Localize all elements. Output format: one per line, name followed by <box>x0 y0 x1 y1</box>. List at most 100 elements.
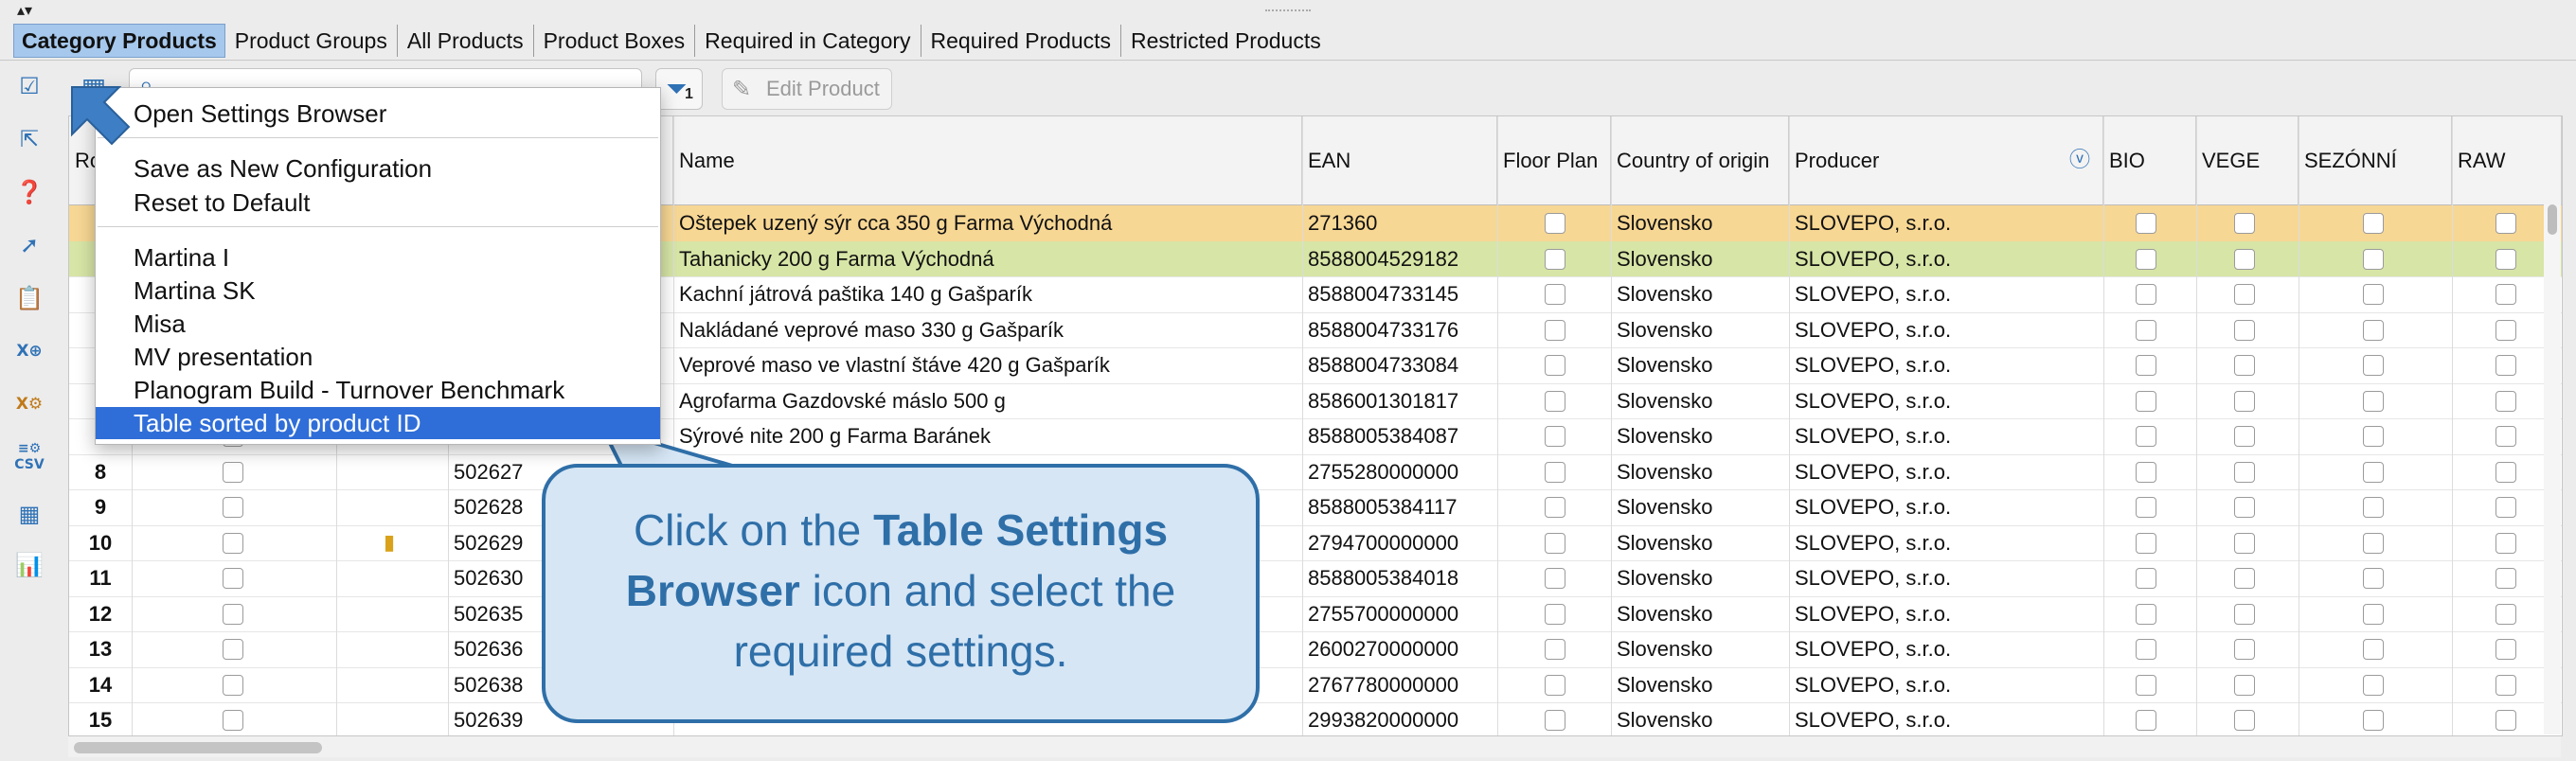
raw-checkbox[interactable] <box>2496 710 2516 731</box>
raw-checkbox[interactable] <box>2496 319 2516 341</box>
column-header-name[interactable]: Name <box>673 116 1302 205</box>
raw-checkbox[interactable] <box>2496 568 2516 589</box>
edit-product-button[interactable]: ✎ Edit Product <box>722 68 892 110</box>
vege-checkbox[interactable] <box>2234 426 2255 447</box>
sezonni-checkbox[interactable] <box>2363 284 2384 305</box>
horizontal-scrollbar-thumb[interactable] <box>74 742 322 753</box>
bio-checkbox[interactable] <box>2136 248 2156 270</box>
tab-required-in-category[interactable]: Required in Category <box>695 25 921 57</box>
bio-checkbox[interactable] <box>2136 603 2156 625</box>
row-checkbox[interactable] <box>223 497 243 518</box>
floor-plan-checkbox[interactable] <box>1545 319 1565 341</box>
sezonni-checkbox[interactable] <box>2363 710 2384 731</box>
floor-plan-checkbox[interactable] <box>1545 426 1565 447</box>
floor-plan-checkbox[interactable] <box>1545 284 1565 305</box>
column-header-raw[interactable]: RAW <box>2452 116 2562 205</box>
menu-item-config-martina-i[interactable]: Martina I <box>96 241 660 274</box>
floor-plan-checkbox[interactable] <box>1545 674 1565 696</box>
column-header-producer[interactable]: Producer ⓥ <box>1789 116 2103 205</box>
raw-checkbox[interactable] <box>2496 355 2516 376</box>
column-header-vege[interactable]: VEGE <box>2196 116 2299 205</box>
floor-plan-checkbox[interactable] <box>1545 603 1565 625</box>
table-row[interactable]: 9 502628 8588005384117 Slovensko SLOVEPO, s.… <box>69 489 2562 526</box>
column-header-bio[interactable]: BIO <box>2103 116 2196 205</box>
sezonni-checkbox[interactable] <box>2363 532 2384 554</box>
floor-plan-checkbox[interactable] <box>1545 213 1565 234</box>
vege-checkbox[interactable] <box>2234 213 2255 234</box>
floor-plan-checkbox[interactable] <box>1545 497 1565 518</box>
row-checkbox[interactable] <box>223 674 243 696</box>
clipboard-icon[interactable]: 📋 <box>13 282 45 314</box>
vege-checkbox[interactable] <box>2234 674 2255 696</box>
sezonni-checkbox[interactable] <box>2363 497 2384 518</box>
column-filter-icon[interactable]: ⓥ <box>2069 116 2090 204</box>
sezonni-checkbox[interactable] <box>2363 355 2384 376</box>
sezonni-checkbox[interactable] <box>2363 426 2384 447</box>
column-header-country[interactable]: Country of origin <box>1611 116 1789 205</box>
horizontal-scrollbar[interactable] <box>68 736 2561 757</box>
sezonni-checkbox[interactable] <box>2363 390 2384 412</box>
raw-checkbox[interactable] <box>2496 497 2516 518</box>
bio-checkbox[interactable] <box>2136 532 2156 554</box>
csv-export-icon[interactable]: ≡⚙ CSV <box>13 441 45 473</box>
row-checkbox[interactable] <box>223 710 243 731</box>
floor-plan-checkbox[interactable] <box>1545 390 1565 412</box>
excel-export-icon[interactable]: X⚙ <box>13 388 45 420</box>
tab-category-products[interactable]: Category Products <box>13 24 225 58</box>
vege-checkbox[interactable] <box>2234 390 2255 412</box>
menu-item-config-martina-sk[interactable]: Martina SK <box>96 274 660 307</box>
bio-checkbox[interactable] <box>2136 426 2156 447</box>
row-checkbox[interactable] <box>223 532 243 554</box>
floor-plan-checkbox[interactable] <box>1545 355 1565 376</box>
vege-checkbox[interactable] <box>2234 248 2255 270</box>
floor-plan-checkbox[interactable] <box>1545 532 1565 554</box>
floor-plan-checkbox[interactable] <box>1545 248 1565 270</box>
bio-checkbox[interactable] <box>2136 497 2156 518</box>
menu-item-config-table-sorted-by-product-id[interactable]: Table sorted by product ID <box>96 407 660 439</box>
vertical-scrollbar-thumb[interactable] <box>2548 204 2557 235</box>
bio-checkbox[interactable] <box>2136 639 2156 660</box>
menu-item-config-misa[interactable]: Misa <box>96 308 660 340</box>
vege-checkbox[interactable] <box>2234 639 2255 660</box>
row-checkbox[interactable] <box>223 603 243 625</box>
raw-checkbox[interactable] <box>2496 248 2516 270</box>
sezonni-checkbox[interactable] <box>2363 213 2384 234</box>
raw-checkbox[interactable] <box>2496 461 2516 483</box>
table-row[interactable]: 12 502635 2755700000000 Slovensko SLOVEPO, s… <box>69 596 2562 632</box>
menu-item-save-as-new-configuration[interactable]: Save as New Configuration <box>96 152 660 185</box>
bio-checkbox[interactable] <box>2136 461 2156 483</box>
sezonni-checkbox[interactable] <box>2363 319 2384 341</box>
sezonni-checkbox[interactable] <box>2363 603 2384 625</box>
tab-restricted-products[interactable]: Restricted Products <box>1121 25 1331 57</box>
table-row[interactable]: 10 502629 2794700000000 Slovensko SLOVEPO, s… <box>69 525 2562 561</box>
vege-checkbox[interactable] <box>2234 497 2255 518</box>
row-checkbox[interactable] <box>223 568 243 589</box>
row-checkbox[interactable] <box>223 639 243 660</box>
bar-chart-icon[interactable]: 📊 <box>13 549 45 581</box>
floor-plan-checkbox[interactable] <box>1545 568 1565 589</box>
raw-checkbox[interactable] <box>2496 532 2516 554</box>
vege-checkbox[interactable] <box>2234 603 2255 625</box>
table-layout-icon[interactable]: ▦ <box>13 498 45 530</box>
menu-item-config-planogram-build[interactable]: Planogram Build - Turnover Benchmark <box>96 374 660 406</box>
tab-required-products[interactable]: Required Products <box>921 25 1122 57</box>
bio-checkbox[interactable] <box>2136 568 2156 589</box>
tab-product-groups[interactable]: Product Groups <box>225 25 398 57</box>
raw-checkbox[interactable] <box>2496 639 2516 660</box>
cursor-select-icon[interactable]: ➚ <box>13 229 45 261</box>
raw-checkbox[interactable] <box>2496 426 2516 447</box>
bio-checkbox[interactable] <box>2136 284 2156 305</box>
sezonni-checkbox[interactable] <box>2363 461 2384 483</box>
vege-checkbox[interactable] <box>2234 355 2255 376</box>
menu-item-reset-to-default[interactable]: Reset to Default <box>96 186 660 219</box>
vege-checkbox[interactable] <box>2234 319 2255 341</box>
vertical-scrollbar[interactable] <box>2544 204 2561 734</box>
vege-checkbox[interactable] <box>2234 710 2255 731</box>
tab-product-boxes[interactable]: Product Boxes <box>534 25 696 57</box>
column-header-ean[interactable]: EAN <box>1302 116 1497 205</box>
menu-item-open-settings-browser[interactable]: Open Settings Browser <box>96 97 660 130</box>
table-row[interactable]: 14 502638 2767780000000 Slovensko SLOVEPO, s… <box>69 667 2562 703</box>
bio-checkbox[interactable] <box>2136 390 2156 412</box>
floor-plan-checkbox[interactable] <box>1545 639 1565 660</box>
table-row[interactable]: 8 502627 2755280000000 Slovensko SLOVEPO, s.… <box>69 454 2562 490</box>
